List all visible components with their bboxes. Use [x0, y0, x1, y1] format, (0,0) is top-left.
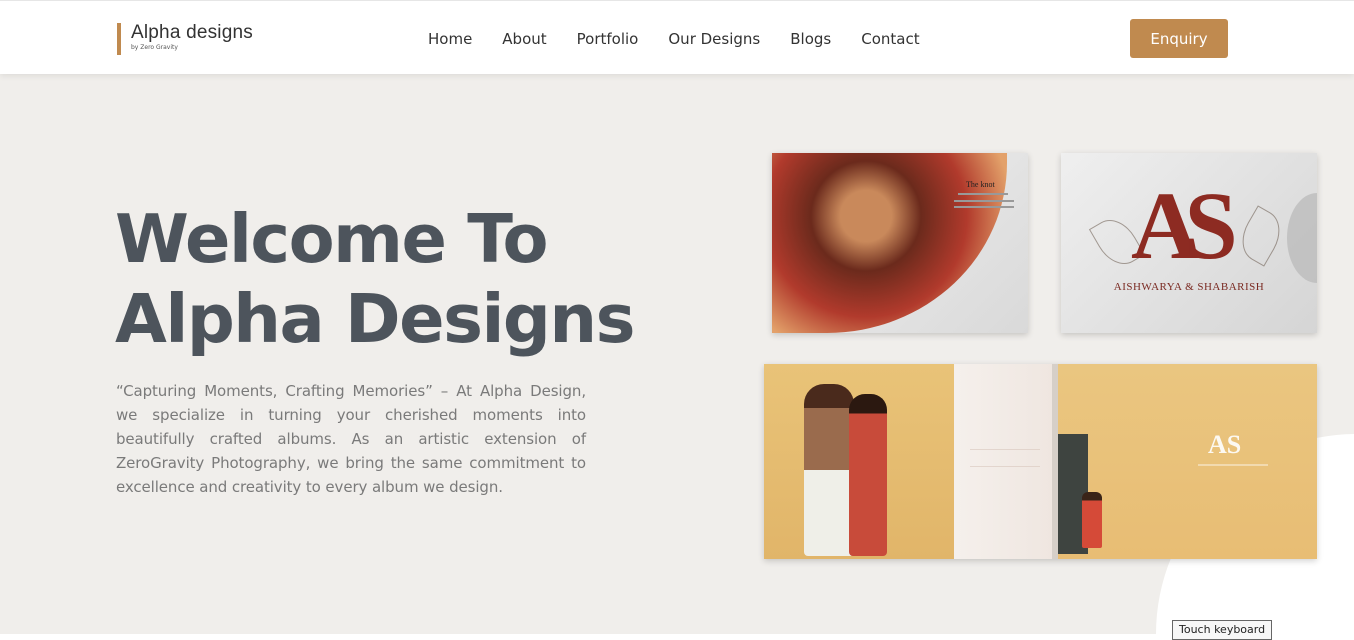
album-right-page: AS [1058, 364, 1317, 559]
logo-accent-bar [117, 23, 121, 55]
nav-portfolio[interactable]: Portfolio [577, 30, 639, 48]
groom-figure [804, 384, 854, 556]
nav-contact[interactable]: Contact [861, 30, 919, 48]
decorative-circle [1287, 193, 1317, 283]
couple-photo [799, 384, 889, 556]
main-nav: Home About Portfolio Our Designs Blogs C… [428, 30, 920, 48]
text-line [954, 206, 1014, 208]
nav-about[interactable]: About [502, 30, 546, 48]
couple-names: AISHWARYA & SHABARISH [1113, 281, 1265, 293]
album-card-spread: AS [764, 364, 1317, 559]
text-line [958, 193, 1008, 195]
album-title-the-knot: The knot [966, 180, 995, 189]
couple-small-figure [1082, 492, 1102, 548]
leaf-decoration [1232, 205, 1290, 267]
hero-section: Welcome To Alpha Designs “Capturing Mome… [0, 74, 1354, 634]
nav-home[interactable]: Home [428, 30, 472, 48]
text-line [954, 200, 1014, 202]
bride-figure [849, 394, 887, 556]
enquiry-button[interactable]: Enquiry [1130, 19, 1228, 58]
nav-our-designs[interactable]: Our Designs [668, 30, 760, 48]
album-card-monogram: AS AISHWARYA & SHABARISH [1061, 153, 1317, 333]
album-left-page [764, 364, 954, 559]
monogram-underline [1198, 464, 1268, 466]
monogram-as-small: AS [1208, 430, 1242, 459]
album-middle-page [954, 364, 1054, 559]
site-header: Alpha designs by Zero Gravity Home About… [0, 0, 1354, 74]
logo[interactable]: Alpha designs by Zero Gravity [117, 23, 253, 55]
quote-text-block [970, 449, 1040, 467]
monogram-as: AS [1131, 172, 1238, 279]
hero-title-line1: Welcome To [115, 200, 549, 278]
nav-blogs[interactable]: Blogs [790, 30, 831, 48]
hero-description: “Capturing Moments, Crafting Memories” –… [116, 382, 586, 496]
album-card-the-knot: The knot [772, 153, 1028, 333]
logo-title: Alpha designs [131, 22, 253, 43]
hero-title-line2: Alpha Designs [115, 280, 635, 358]
logo-subtitle: by Zero Gravity [131, 44, 178, 51]
hero-title: Welcome To Alpha Designs [115, 199, 635, 359]
touch-keyboard-tooltip: Touch keyboard [1172, 620, 1273, 640]
